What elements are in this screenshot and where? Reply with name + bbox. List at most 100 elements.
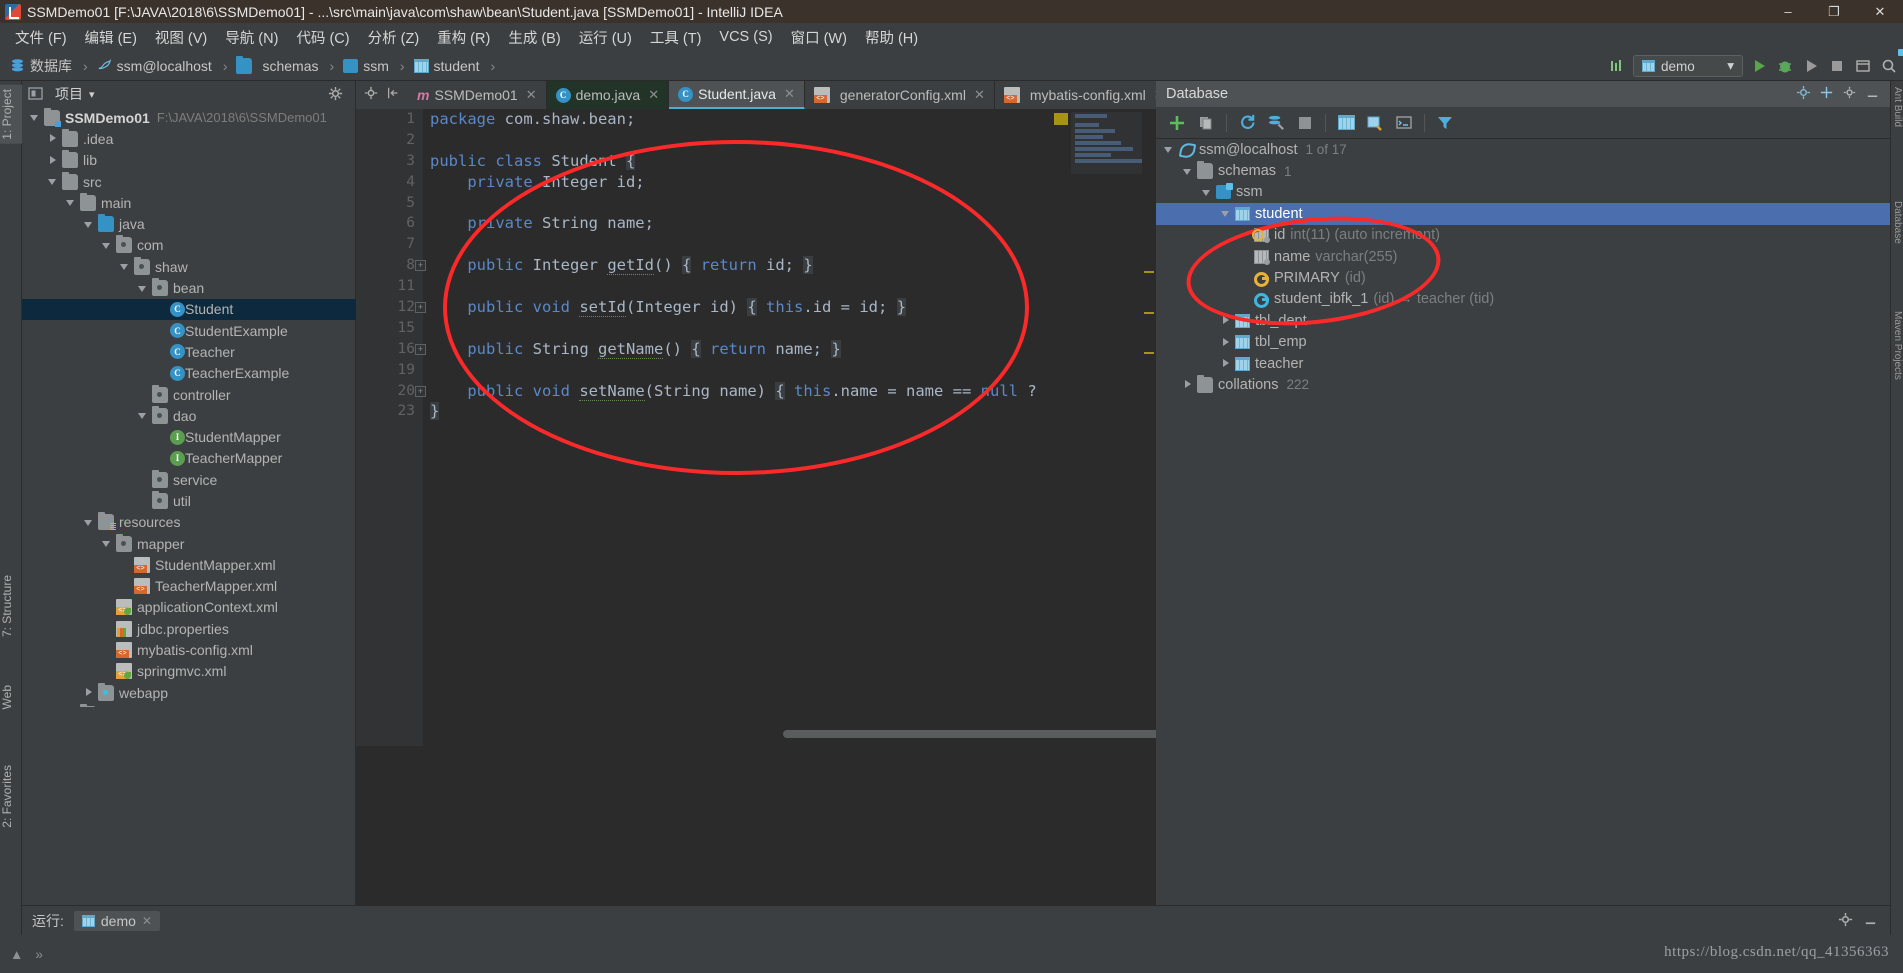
chevron-right-icon[interactable]: [1221, 358, 1232, 369]
editor-tab-generatorconfig-xml[interactable]: generatorConfig.xml ✕: [805, 81, 995, 109]
stop-icon[interactable]: [1292, 111, 1318, 135]
chevron-down-icon[interactable]: [1183, 166, 1194, 177]
menu-edit[interactable]: 编辑 (E): [76, 24, 146, 51]
close-icon[interactable]: ✕: [142, 914, 152, 928]
database-tree-row[interactable]: tbl_dept: [1156, 310, 1890, 331]
menu-code[interactable]: 代码 (C): [287, 24, 358, 51]
tool-window-web[interactable]: Web: [0, 681, 22, 713]
menu-tools[interactable]: 工具 (T): [641, 24, 711, 51]
project-tree-row[interactable]: mybatis-config.xml: [22, 639, 356, 660]
editor-horizontal-scrollbar[interactable]: [423, 730, 1156, 738]
project-tree-row[interactable]: controller: [22, 384, 356, 405]
code-line[interactable]: private Integer id;: [423, 172, 1156, 193]
code-line[interactable]: public String getName() { return name; }: [423, 339, 1156, 360]
project-tree-row[interactable]: java: [22, 213, 356, 234]
database-tree-row[interactable]: name varchar(255): [1156, 246, 1890, 267]
project-tree-row[interactable]: I StudentMapper: [22, 426, 356, 447]
filter-icon[interactable]: [1432, 111, 1458, 135]
code-editor[interactable]: 1 2 3 4 5 6 7 8 +11 12 +15 16 +19 20 +23 package com.s…: [356, 109, 1156, 746]
project-tree-row[interactable]: shaw: [22, 256, 356, 277]
tool-window-ant-build[interactable]: Ant Build: [1890, 87, 1903, 127]
chevron-right-icon[interactable]: [84, 687, 95, 698]
project-tree[interactable]: SSMDemo01 F:\JAVA\2018\6\SSMDemo01 .idea li…: [22, 107, 356, 707]
project-tree-row[interactable]: src: [22, 171, 356, 192]
code-line[interactable]: [423, 360, 1156, 381]
chevron-right-icon[interactable]: [1183, 379, 1194, 390]
line-number-gutter[interactable]: 1 2 3 4 5 6 7 8 +11 12 +15 16 +19 20 +23: [356, 109, 426, 746]
menu-build[interactable]: 生成 (B): [499, 24, 569, 51]
editor-tab-ssmdemo01[interactable]: m SSMDemo01 ✕: [408, 81, 547, 109]
database-tree-row[interactable]: student: [1156, 203, 1890, 225]
project-tree-row[interactable]: util: [22, 490, 356, 511]
project-tree-row[interactable]: springmvc.xml: [22, 661, 356, 682]
project-tree-row[interactable]: test: [22, 703, 356, 707]
code-line[interactable]: private String name;: [423, 213, 1156, 234]
close-icon[interactable]: ✕: [784, 86, 795, 102]
menu-vcs[interactable]: VCS (S): [710, 26, 781, 48]
menu-help[interactable]: 帮助 (H): [856, 24, 927, 51]
scrollbar-thumb[interactable]: [783, 730, 1156, 738]
run-tab-demo[interactable]: demo ✕: [73, 910, 160, 931]
minimize-button[interactable]: –: [1765, 0, 1811, 23]
run-coverage-icon[interactable]: [1801, 56, 1821, 76]
console-icon[interactable]: [1391, 111, 1417, 135]
refresh-icon[interactable]: [1234, 111, 1260, 135]
error-stripe-marks[interactable]: [1142, 109, 1156, 746]
project-tree-row[interactable]: TeacherMapper.xml: [22, 576, 356, 597]
chevron-down-icon[interactable]: ▾: [89, 88, 95, 101]
database-tree[interactable]: ssm@localhost 1 of 17 schemas 1 ssm student id…: [1156, 139, 1890, 619]
run-icon[interactable]: [1749, 56, 1769, 76]
chevron-right-icon[interactable]: [1221, 315, 1232, 326]
menu-refactor[interactable]: 重构 (R): [428, 24, 499, 51]
menu-view[interactable]: 视图 (V): [146, 24, 216, 51]
tool-window-maven[interactable]: Maven Projects: [1890, 311, 1903, 380]
database-tree-row[interactable]: ssm: [1156, 182, 1890, 203]
collapse-icon[interactable]: »: [35, 947, 43, 962]
chevron-right-icon[interactable]: [1221, 337, 1232, 348]
database-tree-row[interactable]: ssm@localhost 1 of 17: [1156, 139, 1890, 160]
close-icon[interactable]: ✕: [526, 87, 537, 103]
project-tree-row[interactable]: dao: [22, 405, 356, 426]
project-tree-row[interactable]: resources: [22, 512, 356, 533]
database-tree-row[interactable]: tbl_emp: [1156, 332, 1890, 353]
chevron-down-icon[interactable]: [30, 112, 41, 123]
database-expand-icon[interactable]: [1819, 85, 1834, 104]
code-line[interactable]: public void setName(String name) { this.…: [423, 381, 1156, 402]
settings-icon[interactable]: [1853, 56, 1873, 76]
project-tree-row[interactable]: lib: [22, 150, 356, 171]
project-tree-row[interactable]: jdbc.properties: [22, 618, 356, 639]
menu-analyze[interactable]: 分析 (Z): [359, 24, 429, 51]
project-tree-row[interactable]: webapp: [22, 682, 356, 703]
breadcrumb-table[interactable]: student ›: [412, 58, 503, 74]
menu-file[interactable]: 文件 (F): [6, 24, 76, 51]
database-tree-row[interactable]: student_ibfk_1 (id) → teacher (tid): [1156, 289, 1890, 310]
project-tree-row[interactable]: StudentMapper.xml: [22, 554, 356, 575]
gear-icon[interactable]: [328, 86, 344, 102]
code-line[interactable]: public class Student {: [423, 151, 1156, 172]
code-line[interactable]: }: [423, 401, 1156, 422]
run-configuration-selector[interactable]: demo ▾: [1633, 55, 1743, 77]
chevron-down-icon[interactable]: [1202, 187, 1213, 198]
code-line[interactable]: package com.shaw.bean;: [423, 109, 1156, 130]
project-tree-row[interactable]: SSMDemo01 F:\JAVA\2018\6\SSMDemo01: [22, 107, 356, 128]
database-tree-row[interactable]: PRIMARY (id): [1156, 267, 1890, 288]
close-icon[interactable]: ✕: [648, 87, 659, 103]
gear-icon[interactable]: [1838, 912, 1853, 930]
chevron-down-icon[interactable]: [102, 240, 113, 251]
database-tree-row[interactable]: id int(11) (auto increment): [1156, 225, 1890, 246]
table-editor-icon[interactable]: [1333, 111, 1359, 135]
chevron-down-icon[interactable]: [48, 176, 59, 187]
database-tree-row[interactable]: collations 222: [1156, 374, 1890, 395]
gear-icon[interactable]: [364, 86, 378, 105]
code-line[interactable]: [423, 318, 1156, 339]
project-tree-row[interactable]: .idea: [22, 128, 356, 149]
chevron-right-icon[interactable]: [48, 133, 59, 144]
stop-icon[interactable]: [1827, 56, 1847, 76]
breadcrumb-schema[interactable]: ssm ›: [341, 58, 411, 74]
menu-window[interactable]: 窗口 (W): [782, 24, 856, 51]
project-tree-row[interactable]: C TeacherExample: [22, 363, 356, 384]
expand-icon[interactable]: ▲: [10, 947, 23, 962]
database-options-icon[interactable]: [1842, 85, 1857, 104]
chevron-down-icon[interactable]: [1221, 208, 1232, 219]
project-tree-row[interactable]: bean: [22, 277, 356, 298]
